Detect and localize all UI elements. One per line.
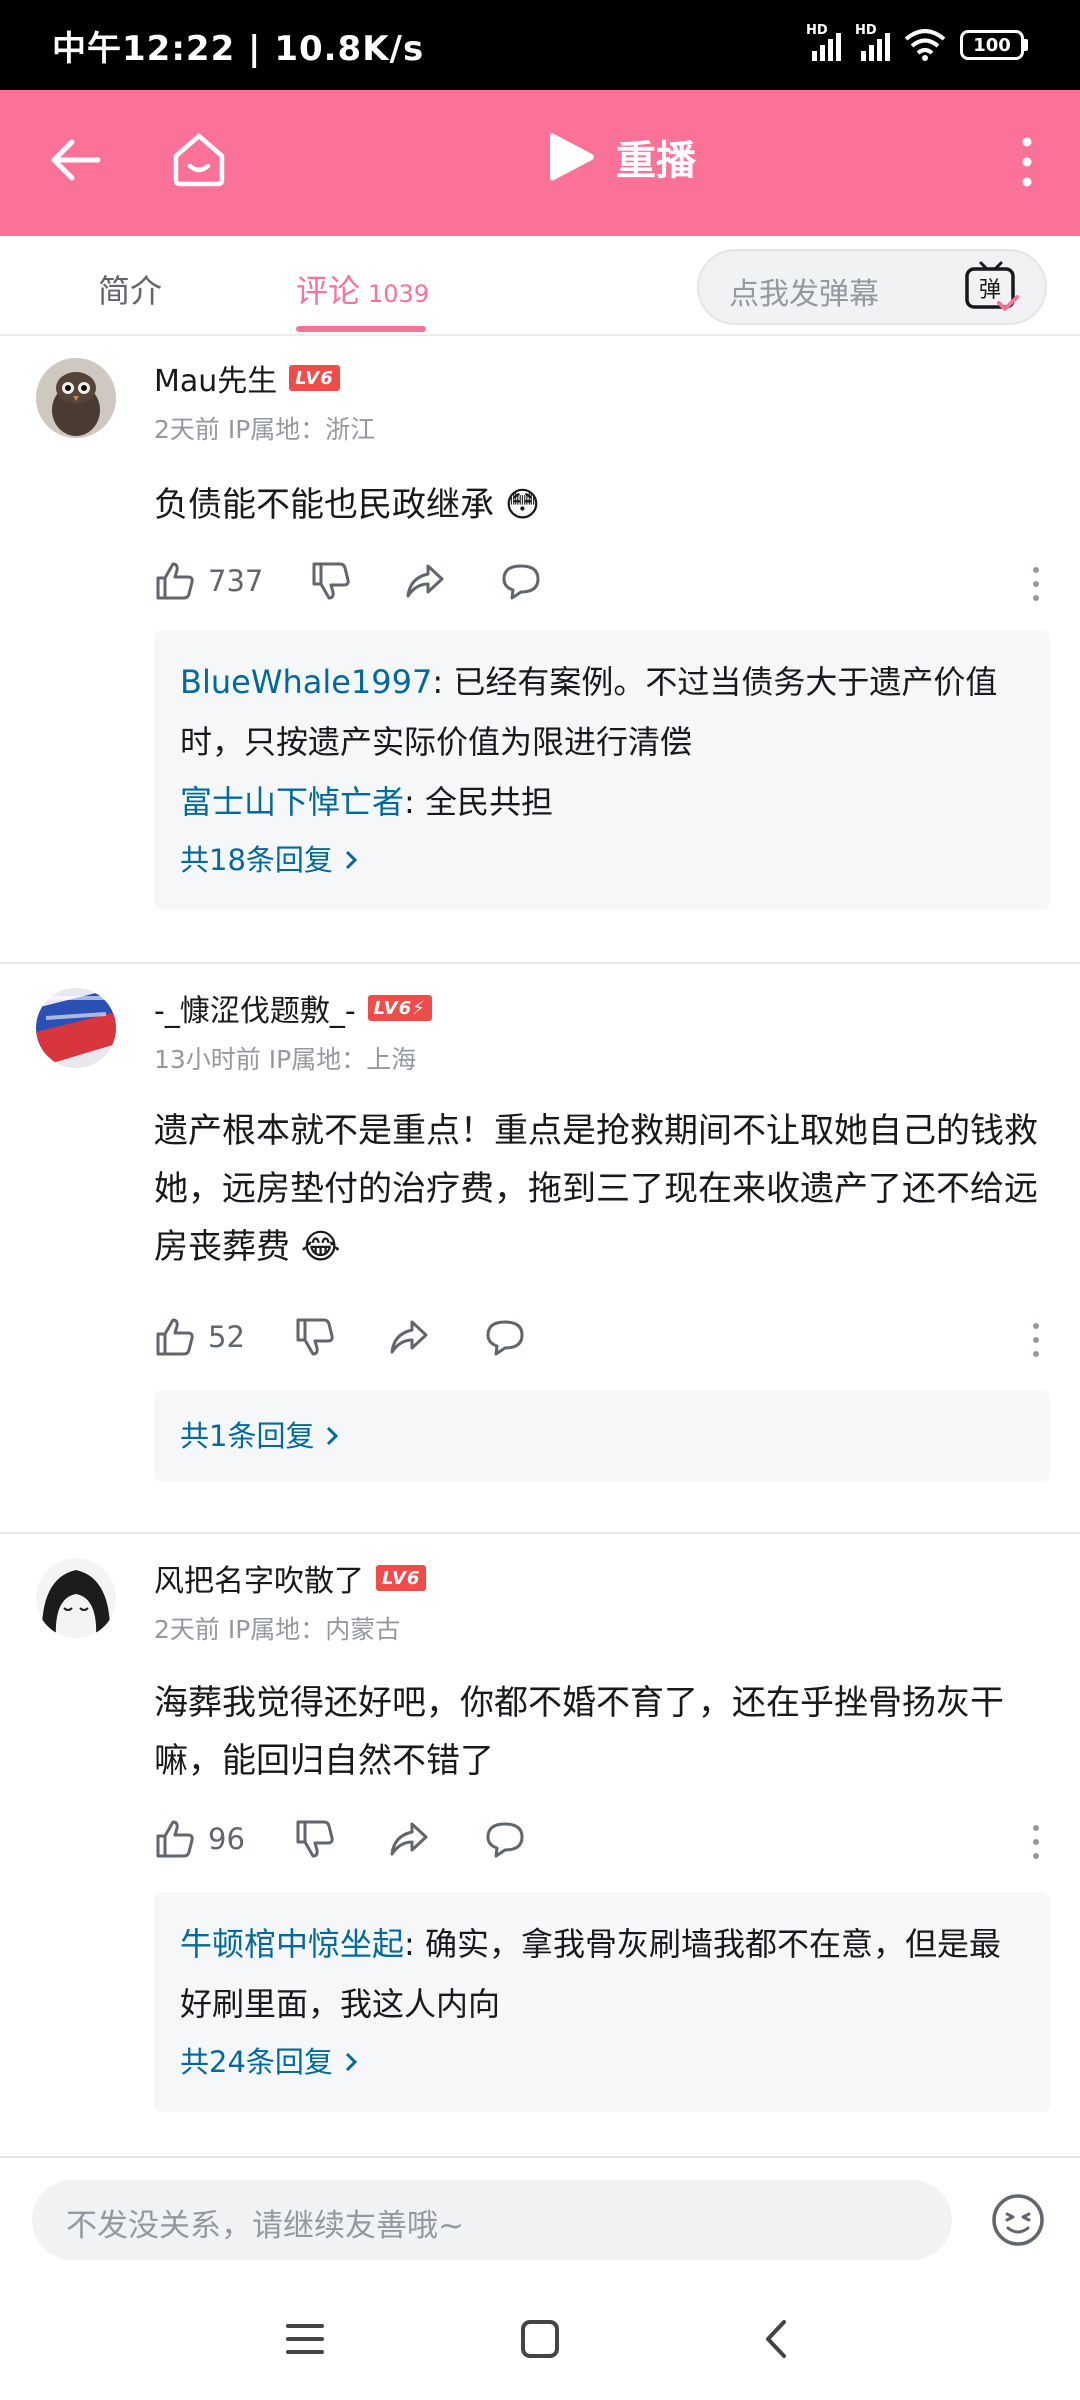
comment-bubble-icon: [486, 1822, 524, 1858]
comment-count: 1039: [368, 280, 430, 308]
tab-intro[interactable]: 简介: [98, 266, 162, 312]
comment-actions: 52: [154, 1316, 1044, 1366]
comment-text: 负债能不能也民政继承 😳: [154, 485, 541, 525]
reply-username[interactable]: 牛顿棺中惊坐起: [180, 1925, 404, 1963]
tab-active-indicator: [296, 326, 426, 332]
comment-input-bar: 不发没关系，请继续友善哦~: [0, 2156, 1080, 2276]
dislike-button[interactable]: [310, 560, 352, 602]
reply-preview[interactable]: BlueWhale1997: 已经有案例。不过当债务大于遗产价值时，只按遗产实际…: [154, 630, 1050, 910]
level-badge: LV6: [376, 1565, 427, 1591]
divider: [0, 962, 1080, 964]
danmaku-toggle-icon[interactable]: 弹: [961, 259, 1021, 317]
thumbs-down-icon: [296, 1820, 334, 1858]
comment-more-icon[interactable]: [1028, 564, 1044, 604]
comment-actions: 737: [154, 560, 1044, 610]
share-button[interactable]: [388, 1316, 430, 1358]
like-count: 52: [208, 1320, 245, 1354]
chevron-right-icon: [345, 2052, 358, 2072]
view-all-replies-link[interactable]: 共18条回复: [180, 832, 1024, 888]
replay-button[interactable]: 重播: [548, 128, 696, 186]
comment-bubble-icon: [486, 1320, 524, 1356]
battery-icon: 100: [960, 30, 1028, 60]
divider: [0, 1532, 1080, 1534]
thumbs-up-icon: [156, 562, 194, 600]
comment-actions: 96: [154, 1818, 1044, 1868]
status-icons: HD HD 100: [806, 23, 1028, 61]
comment-text: 海葬我觉得还好吧，你都不婚不育了，还在乎挫骨扬灰干嘛，能回归自然不错了: [154, 1683, 1004, 1781]
top-bar: 重播: [0, 90, 1080, 236]
comment-meta: 2天前 IP属地：内蒙古: [154, 1615, 401, 1644]
reply-button[interactable]: [484, 1818, 526, 1860]
chevron-right-icon: [327, 1426, 339, 1446]
like-button[interactable]: 52: [154, 1316, 245, 1358]
username[interactable]: -_慷涩伐题敷_- LV6⚡: [154, 986, 432, 1030]
comment-more-icon[interactable]: [1028, 1320, 1044, 1360]
back-arrow-icon[interactable]: [46, 130, 106, 190]
thumbs-down-icon: [312, 562, 350, 600]
thumbs-up-icon: [156, 1318, 194, 1356]
reply-button[interactable]: [500, 560, 542, 602]
share-icon: [390, 1320, 428, 1354]
nav-back-icon[interactable]: [752, 2316, 802, 2362]
signal-icon-1: HD: [806, 23, 841, 61]
reply-item: 牛顿棺中惊坐起: 确实，拿我骨灰刷墙我都不在意，但是最好刷里面，我这人内向: [180, 1925, 1001, 2023]
home-icon[interactable]: [168, 128, 230, 190]
reply-button[interactable]: [484, 1316, 526, 1358]
status-bar: 中午12:22 | 10.8K/s HD HD 100: [0, 0, 1080, 90]
comment-input-placeholder: 不发没关系，请继续友善哦~: [66, 2208, 464, 2244]
view-all-replies-link[interactable]: 共1条回复: [180, 1408, 1024, 1464]
reply-item: 富士山下悼亡者: 全民共担: [180, 783, 553, 821]
like-button[interactable]: 96: [154, 1818, 245, 1860]
reply-preview[interactable]: 共1条回复: [154, 1390, 1050, 1482]
chevron-right-icon: [345, 850, 358, 870]
like-button[interactable]: 737: [154, 560, 263, 602]
thumbs-up-icon: [156, 1820, 194, 1858]
reply-item: BlueWhale1997: 已经有案例。不过当债务大于遗产价值时，只按遗产实际…: [180, 663, 998, 761]
system-nav-bar: [0, 2276, 1080, 2400]
danmaku-input[interactable]: 点我发弹幕 弹: [697, 249, 1047, 325]
username[interactable]: Mau先生 LV6: [154, 356, 340, 400]
status-time: 中午12:22 | 10.8K/s: [52, 28, 425, 69]
view-all-replies-link[interactable]: 共24条回复: [180, 2034, 1024, 2090]
play-icon: [550, 133, 594, 181]
share-button[interactable]: [388, 1818, 430, 1860]
share-icon: [390, 1822, 428, 1856]
avatar[interactable]: [36, 1558, 116, 1638]
signal-icon-2: HD: [855, 23, 890, 61]
comment-input[interactable]: 不发没关系，请继续友善哦~: [32, 2180, 952, 2260]
reply-username[interactable]: 富士山下悼亡者: [180, 783, 404, 821]
home-square-icon[interactable]: [515, 2316, 565, 2362]
level-badge: LV6: [289, 365, 340, 391]
thumbs-down-icon: [296, 1318, 334, 1356]
replay-label: 重播: [616, 138, 696, 184]
avatar[interactable]: [36, 988, 116, 1068]
emoji-icon[interactable]: [990, 2192, 1046, 2248]
comment-more-icon[interactable]: [1028, 1822, 1044, 1862]
like-count: 737: [208, 564, 264, 598]
tab-comments-label: 评论: [296, 272, 361, 310]
dislike-button[interactable]: [294, 1316, 336, 1358]
comment-meta: 13小时前 IP属地：上海: [154, 1045, 417, 1074]
reply-preview[interactable]: 牛顿棺中惊坐起: 确实，拿我骨灰刷墙我都不在意，但是最好刷里面，我这人内向 共2…: [154, 1892, 1050, 2112]
comment-bubble-icon: [502, 564, 540, 600]
tab-comments[interactable]: 评论 1039: [296, 266, 429, 312]
dislike-button[interactable]: [294, 1818, 336, 1860]
username[interactable]: 风把名字吹散了 LV6: [154, 1556, 427, 1600]
level-badge: LV6⚡: [367, 995, 432, 1021]
comment-text: 遗产根本就不是重点！重点是抢救期间不让取她自己的钱救她，远房垫付的治疗费，拖到三…: [154, 1111, 1038, 1267]
like-count: 96: [208, 1822, 245, 1856]
comment-meta: 2天前 IP属地：浙江: [154, 415, 376, 444]
share-button[interactable]: [404, 560, 446, 602]
reply-username[interactable]: BlueWhale1997: [180, 663, 432, 701]
menu-icon[interactable]: [280, 2316, 330, 2362]
share-icon: [406, 564, 444, 598]
danmaku-placeholder: 点我发弹幕: [729, 277, 879, 312]
more-options-icon[interactable]: [1012, 136, 1042, 188]
wifi-icon: [904, 29, 946, 61]
svg-text:弹: 弹: [979, 278, 1001, 303]
avatar[interactable]: [36, 358, 116, 438]
